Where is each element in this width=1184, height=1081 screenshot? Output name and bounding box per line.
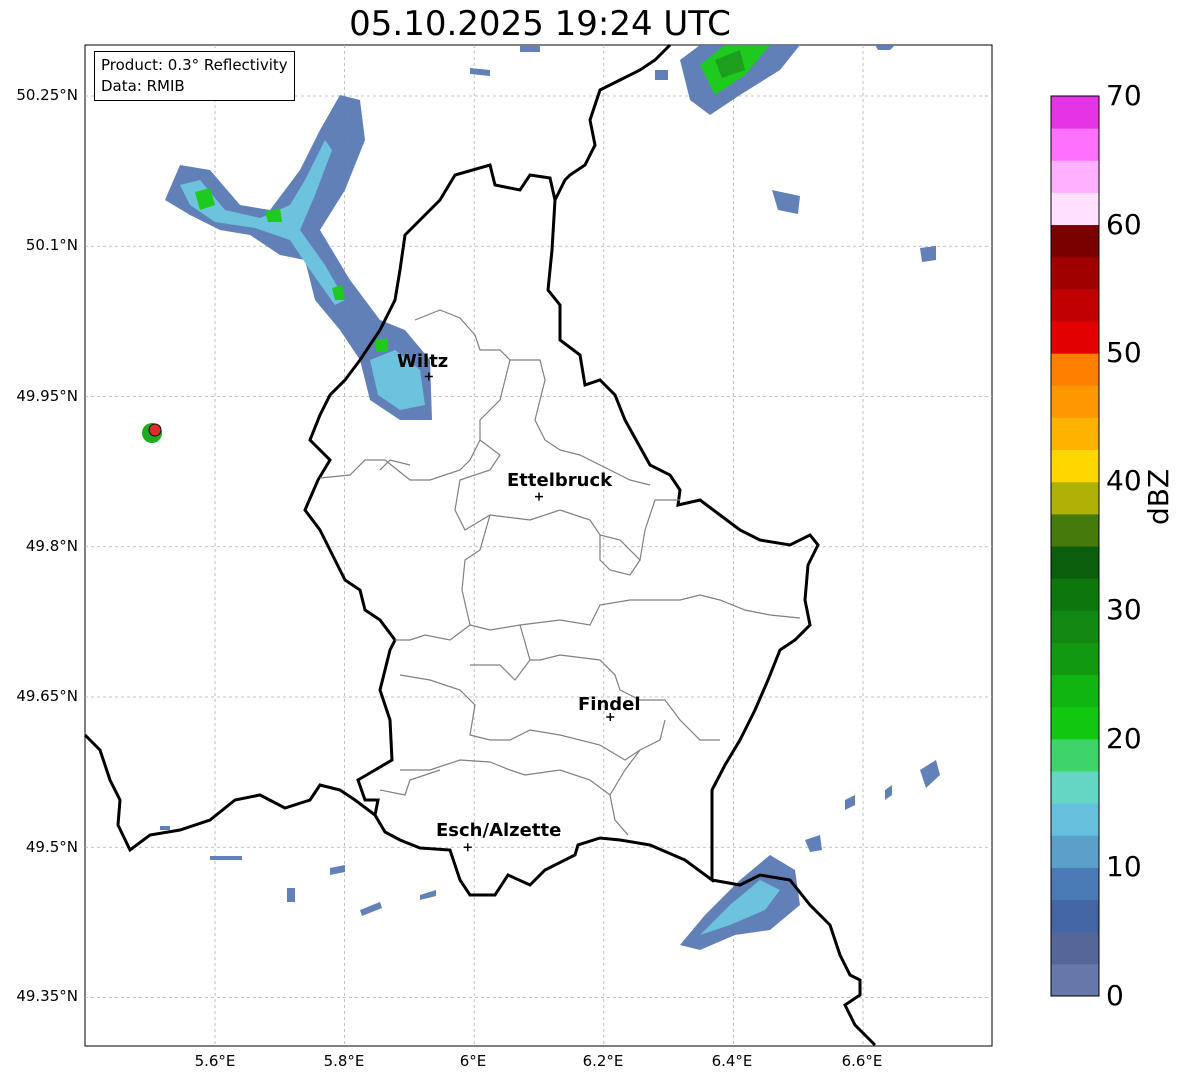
colorbar-segment: [1051, 738, 1099, 772]
colorbar-segment: [1051, 449, 1099, 483]
colorbar-segment: [1051, 128, 1099, 161]
colorbar-segment: [1051, 417, 1099, 451]
colorbar-tick: 30: [1106, 593, 1142, 626]
lat-tick: 49.8°N: [25, 537, 78, 555]
colorbar-segment: [1051, 706, 1099, 740]
colorbar-segment: [1051, 546, 1099, 579]
colorbar-segment: [1051, 610, 1099, 643]
lon-tick: 6°E: [459, 1052, 487, 1070]
colorbar-segment: [1051, 803, 1099, 836]
lat-tick: 50.25°N: [16, 86, 78, 104]
colorbar-segment: [1051, 771, 1099, 804]
radar-site-marker: [148, 423, 162, 437]
lon-tick: 5.8°E: [323, 1052, 365, 1070]
city-label-esch-alzette: Esch/Alzette: [436, 820, 562, 841]
colorbar-tick: 40: [1106, 464, 1142, 497]
colorbar-tick: 0: [1106, 979, 1124, 1012]
colorbar-tick: 70: [1106, 79, 1142, 112]
colorbar-segment: [1051, 642, 1099, 676]
colorbar-segment: [1051, 96, 1099, 129]
colorbar-segment: [1051, 867, 1099, 901]
colorbar-tick: 20: [1106, 722, 1142, 755]
colorbar-segment: [1051, 835, 1099, 868]
colorbar-label: dBZ: [1142, 468, 1175, 525]
colorbar-segment: [1051, 288, 1099, 322]
colorbar-segment: [1051, 481, 1099, 515]
colorbar-segment: [1051, 963, 1099, 997]
colorbar-segment: [1051, 321, 1099, 354]
lat-tick: 49.35°N: [16, 987, 78, 1005]
colorbar-tick: 60: [1106, 208, 1142, 241]
city-label-ettelbruck: Ettelbruck: [507, 470, 613, 491]
colorbar-segment: [1051, 931, 1099, 965]
lat-tick: 49.65°N: [16, 687, 78, 705]
info-product: Product: 0.3° Reflectivity: [101, 56, 288, 74]
colorbar-segment: [1051, 513, 1099, 547]
colorbar-segment: [1051, 353, 1099, 386]
colorbar-segment: [1051, 224, 1099, 258]
colorbar-segment: [1051, 160, 1099, 193]
colorbar-segment: [1051, 256, 1099, 290]
lat-tick: 49.95°N: [16, 387, 78, 405]
city-label-findel: Findel: [578, 694, 641, 715]
lon-tick: 6.6°E: [841, 1052, 883, 1070]
colorbar-segment: [1051, 192, 1099, 226]
info-box: Product: 0.3° Reflectivity Data: RMIB: [94, 51, 295, 101]
colorbar-segment: [1051, 385, 1099, 418]
colorbar-segment: [1051, 578, 1099, 611]
lon-tick: 6.2°E: [582, 1052, 624, 1070]
colorbar-tick: 50: [1106, 336, 1142, 369]
info-data-source: Data: RMIB: [101, 77, 185, 95]
lat-tick: 50.1°N: [25, 236, 78, 254]
colorbar: [1050, 95, 1100, 997]
lat-tick: 49.5°N: [25, 838, 78, 856]
lon-tick: 5.6°E: [194, 1052, 236, 1070]
colorbar-segment: [1051, 674, 1099, 708]
lon-tick: 6.4°E: [711, 1052, 753, 1070]
radar-map: [83, 43, 993, 1047]
city-label-wiltz: Wiltz: [397, 351, 449, 372]
colorbar-tick: 10: [1106, 850, 1142, 883]
colorbar-segment: [1051, 899, 1099, 933]
